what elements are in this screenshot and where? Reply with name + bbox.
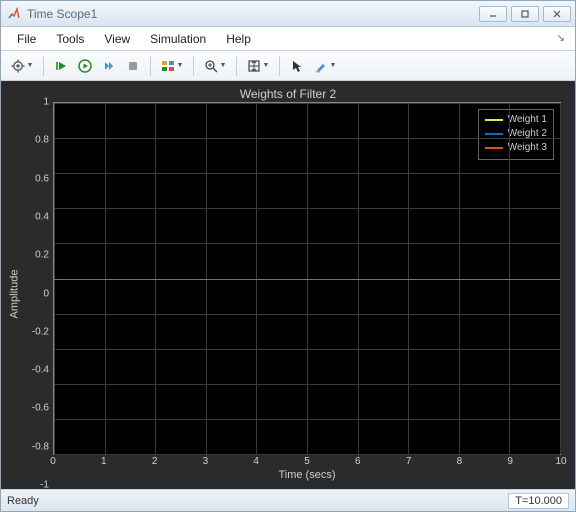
y-axis-label: Amplitude <box>8 269 20 318</box>
x-axis-ticks: 012345678910 <box>53 455 561 469</box>
gear-icon <box>11 59 25 73</box>
zoom-button[interactable]: ▼ <box>200 55 230 77</box>
restart-button[interactable] <box>50 55 72 77</box>
step-forward-button[interactable] <box>98 55 120 77</box>
stop-icon <box>126 59 140 73</box>
legend-item[interactable]: Weight 1 <box>485 113 547 127</box>
y-tick: -0.8 <box>32 441 49 452</box>
y-tick: -1 <box>40 480 49 491</box>
y-tick: -0.4 <box>32 365 49 376</box>
chevron-down-icon: ▼ <box>177 62 184 69</box>
status-ready: Ready <box>7 495 39 507</box>
x-tick: 7 <box>406 456 412 467</box>
autoscale-button[interactable]: ▼ <box>243 55 273 77</box>
toolbar-separator <box>150 56 151 76</box>
highlight-button[interactable]: ▼ <box>310 55 340 77</box>
y-tick: 0.6 <box>35 173 49 184</box>
x-tick: 3 <box>203 456 209 467</box>
chevron-down-icon: ▼ <box>263 62 270 69</box>
minimize-button[interactable] <box>479 6 507 22</box>
x-axis-label: Time (secs) <box>53 469 561 485</box>
layout-icon <box>161 59 175 73</box>
x-tick: 10 <box>555 456 566 467</box>
legend-item[interactable]: Weight 3 <box>485 141 547 155</box>
y-tick: 0.2 <box>35 250 49 261</box>
menu-simulation[interactable]: Simulation <box>140 29 216 49</box>
toolbar-separator <box>193 56 194 76</box>
x-tick: 4 <box>253 456 259 467</box>
toolbar-separator <box>236 56 237 76</box>
y-tick: -0.2 <box>32 326 49 337</box>
maximize-button[interactable] <box>511 6 539 22</box>
run-icon <box>78 59 92 73</box>
title-bar[interactable]: Time Scope1 <box>1 1 575 27</box>
y-tick: 0 <box>43 288 49 299</box>
x-tick: 0 <box>50 456 56 467</box>
menu-bar: File Tools View Simulation Help ↘ <box>1 27 575 51</box>
x-tick: 8 <box>457 456 463 467</box>
stop-button[interactable] <box>122 55 144 77</box>
cursor-measure-button[interactable] <box>286 55 308 77</box>
legend-label: Weight 1 <box>508 113 547 127</box>
x-tick: 5 <box>304 456 310 467</box>
chart-canvas[interactable]: Weight 1Weight 2Weight 3 <box>53 102 561 455</box>
x-tick: 9 <box>507 456 513 467</box>
y-axis-ticks: -1-0.8-0.6-0.4-0.200.20.40.60.81 <box>23 102 53 485</box>
legend-swatch <box>485 147 503 149</box>
config-button[interactable]: ▼ <box>7 55 37 77</box>
legend-label: Weight 3 <box>508 141 547 155</box>
x-tick: 1 <box>101 456 107 467</box>
highlight-icon <box>314 59 328 73</box>
menu-overflow-icon[interactable]: ↘ <box>557 33 569 44</box>
y-tick: 0.8 <box>35 135 49 146</box>
chevron-down-icon: ▼ <box>27 62 34 69</box>
toolbar: ▼ ▼ ▼ ▼ <box>1 51 575 81</box>
close-button[interactable] <box>543 6 571 22</box>
toolbar-separator <box>43 56 44 76</box>
status-bar: Ready T=10.000 <box>1 489 575 511</box>
run-button[interactable] <box>74 55 96 77</box>
menu-view[interactable]: View <box>94 29 140 49</box>
legend[interactable]: Weight 1Weight 2Weight 3 <box>478 109 554 160</box>
step-forward-icon <box>102 59 116 73</box>
zoom-in-icon <box>204 59 218 73</box>
y-tick: 1 <box>43 97 49 108</box>
matlab-icon <box>7 7 21 21</box>
status-time: T=10.000 <box>508 493 569 509</box>
menu-help[interactable]: Help <box>216 29 261 49</box>
series-weight-3 <box>54 279 560 280</box>
y-tick: 0.4 <box>35 211 49 222</box>
window-title: Time Scope1 <box>27 7 475 21</box>
x-tick: 2 <box>152 456 158 467</box>
layout-button[interactable]: ▼ <box>157 55 187 77</box>
y-tick: -0.6 <box>32 403 49 414</box>
autoscale-icon <box>247 59 261 73</box>
chevron-down-icon: ▼ <box>330 62 337 69</box>
chart-title: Weights of Filter 2 <box>5 85 571 102</box>
time-scope-window: Time Scope1 File Tools View Simulation H… <box>0 0 576 512</box>
cursor-icon <box>290 59 304 73</box>
chevron-down-icon: ▼ <box>220 62 227 69</box>
x-tick: 6 <box>355 456 361 467</box>
toolbar-separator <box>279 56 280 76</box>
legend-swatch <box>485 133 503 135</box>
restart-icon <box>54 59 68 73</box>
menu-file[interactable]: File <box>7 29 46 49</box>
menu-tools[interactable]: Tools <box>46 29 94 49</box>
plot-area: Weights of Filter 2 Amplitude -1 -0.8 -0.6… <box>1 81 575 489</box>
legend-swatch <box>485 119 503 121</box>
